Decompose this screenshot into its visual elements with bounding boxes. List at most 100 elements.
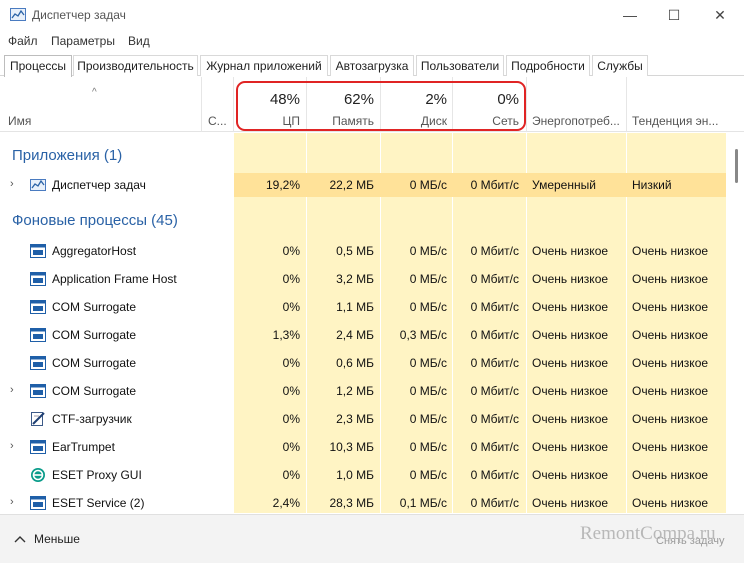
header-status[interactable]: С... [208, 114, 227, 128]
menu-options[interactable]: Параметры [51, 34, 115, 48]
process-memory: 10,3 МБ [329, 440, 374, 454]
fewer-details-button[interactable]: Меньше [14, 532, 80, 546]
process-cpu: 0% [282, 356, 300, 370]
process-name: COM Surrogate [52, 384, 137, 398]
process-network: 0 Мбит/с [470, 412, 519, 426]
process-power-trend: Очень низкое [632, 328, 709, 342]
tab-processes[interactable]: Процессы [4, 55, 72, 77]
menu-view[interactable]: Вид [128, 34, 150, 48]
window-icon [30, 383, 46, 399]
process-disk: 0 МБ/с [409, 356, 447, 370]
window-icon [30, 299, 46, 315]
process-row[interactable]: CTF-загрузчик 0% 2,3 МБ 0 МБ/с 0 Мбит/с Очень… [0, 405, 728, 433]
expand-chevron-icon[interactable]: › [10, 496, 14, 508]
process-network: 0 Мбит/с [470, 468, 519, 482]
chevron-up-icon [14, 536, 26, 543]
process-power-trend: Очень низкое [632, 468, 709, 482]
process-memory: 2,4 МБ [336, 328, 374, 342]
process-cpu: 0% [282, 468, 300, 482]
process-network: 0 Мбит/с [470, 496, 519, 510]
process-memory: 1,1 МБ [336, 300, 374, 314]
process-cpu: 19,2% [265, 178, 300, 192]
task-manager-app-icon [10, 8, 26, 21]
process-disk: 0 МБ/с [409, 244, 447, 258]
scroll-thumb[interactable] [735, 149, 738, 183]
window-icon [30, 355, 46, 371]
resource-usage-highlight [236, 81, 526, 131]
process-disk: 0 МБ/с [409, 468, 447, 482]
process-cpu: 2,4% [272, 496, 300, 510]
close-button[interactable]: ✕ [708, 4, 732, 26]
minimize-button[interactable]: — [618, 4, 642, 26]
process-power-trend: Низкий [632, 178, 672, 192]
process-network: 0 Мбит/с [470, 440, 519, 454]
tab-performance[interactable]: Производительность [73, 55, 198, 76]
process-disk: 0 МБ/с [409, 384, 447, 398]
window-icon [30, 243, 46, 259]
process-row[interactable]: › Диспетчер задач 19,2% 22,2 МБ 0 МБ/с 0 Мбит… [0, 171, 728, 199]
title-bar: Диспетчер задач — ☐ ✕ [0, 0, 744, 30]
process-network: 0 Мбит/с [470, 356, 519, 370]
window-icon [30, 327, 46, 343]
process-disk: 0 МБ/с [409, 440, 447, 454]
process-cpu: 0% [282, 272, 300, 286]
process-disk: 0 МБ/с [409, 178, 447, 192]
process-power-trend: Очень низкое [632, 356, 709, 370]
process-row[interactable]: COM Surrogate 0% 0,6 МБ 0 МБ/с 0 Мбит/с Очень… [0, 349, 728, 377]
process-power-usage: Очень низкое [532, 384, 609, 398]
process-row[interactable]: AggregatorHost 0% 0,5 МБ 0 МБ/с 0 Мбит/с Очен… [0, 237, 728, 265]
process-power-usage: Очень низкое [532, 300, 609, 314]
process-memory: 1,2 МБ [336, 384, 374, 398]
expand-chevron-icon[interactable]: › [10, 384, 14, 396]
process-power-usage: Очень низкое [532, 468, 609, 482]
window-title: Диспетчер задач [32, 8, 126, 22]
process-row[interactable]: › EarTrumpet 0% 10,3 МБ 0 МБ/с 0 Мбит/с Очень … [0, 433, 728, 461]
tab-users[interactable]: Пользователи [416, 55, 504, 76]
process-cpu: 0% [282, 412, 300, 426]
process-name: COM Surrogate [52, 300, 137, 314]
process-power-usage: Очень низкое [532, 440, 609, 454]
process-name: COM Surrogate [52, 356, 137, 370]
window-icon [30, 495, 46, 511]
process-disk: 0,3 МБ/с [399, 328, 447, 342]
process-memory: 1,0 МБ [336, 468, 374, 482]
process-row[interactable]: COM Surrogate 1,3% 2,4 МБ 0,3 МБ/с 0 Мбит/с О… [0, 321, 728, 349]
header-name[interactable]: Имя [8, 114, 31, 128]
process-row[interactable]: COM Surrogate 0% 1,1 МБ 0 МБ/с 0 Мбит/с Очень… [0, 293, 728, 321]
sort-up-icon: ^ [92, 87, 97, 98]
process-row[interactable]: › ESET Service (2) 2,4% 28,3 МБ 0,1 МБ/с 0 Мб… [0, 489, 728, 517]
fewer-details-label: Меньше [34, 532, 80, 546]
process-name: Диспетчер задач [52, 178, 146, 192]
menu-file[interactable]: Файл [8, 34, 38, 48]
header-power-trend[interactable]: Тенденция эн... [632, 114, 718, 128]
header-power-usage[interactable]: Энергопотреб... [532, 114, 620, 128]
process-row[interactable]: Application Frame Host 0% 3,2 МБ 0 МБ/с 0 Мб… [0, 265, 728, 293]
process-memory: 2,3 МБ [336, 412, 374, 426]
process-power-usage: Очень низкое [532, 272, 609, 286]
expand-chevron-icon[interactable]: › [10, 440, 14, 452]
process-row[interactable]: › COM Surrogate 0% 1,2 МБ 0 МБ/с 0 Мбит/с Очен… [0, 377, 728, 405]
footer: Меньше Снять задачу RemontCompa.ru [0, 514, 744, 563]
process-power-usage: Очень низкое [532, 356, 609, 370]
process-row[interactable]: ESET Proxy GUI 0% 1,0 МБ 0 МБ/с 0 Мбит/с Очен… [0, 461, 728, 489]
tab-services[interactable]: Службы [592, 55, 648, 76]
tab-app-history[interactable]: Журнал приложений [200, 55, 328, 76]
process-power-usage: Умеренный [532, 178, 596, 192]
process-power-usage: Очень низкое [532, 412, 609, 426]
scrollbar[interactable] [728, 133, 744, 513]
process-disk: 0,1 МБ/с [399, 496, 447, 510]
process-name: EarTrumpet [52, 440, 115, 454]
expand-chevron-icon[interactable]: › [10, 178, 14, 190]
process-memory: 3,2 МБ [336, 272, 374, 286]
process-power-usage: Очень низкое [532, 244, 609, 258]
tab-bar: Процессы Производительность Журнал прило… [0, 54, 744, 77]
window-icon [30, 439, 46, 455]
task-manager-icon [30, 177, 46, 193]
tab-details[interactable]: Подробности [506, 55, 590, 76]
maximize-button[interactable]: ☐ [662, 4, 686, 26]
process-disk: 0 МБ/с [409, 300, 447, 314]
process-cpu: 1,3% [272, 328, 300, 342]
tab-startup[interactable]: Автозагрузка [330, 55, 414, 76]
group-apps: Приложения (1) [12, 147, 123, 164]
process-network: 0 Мбит/с [470, 178, 519, 192]
